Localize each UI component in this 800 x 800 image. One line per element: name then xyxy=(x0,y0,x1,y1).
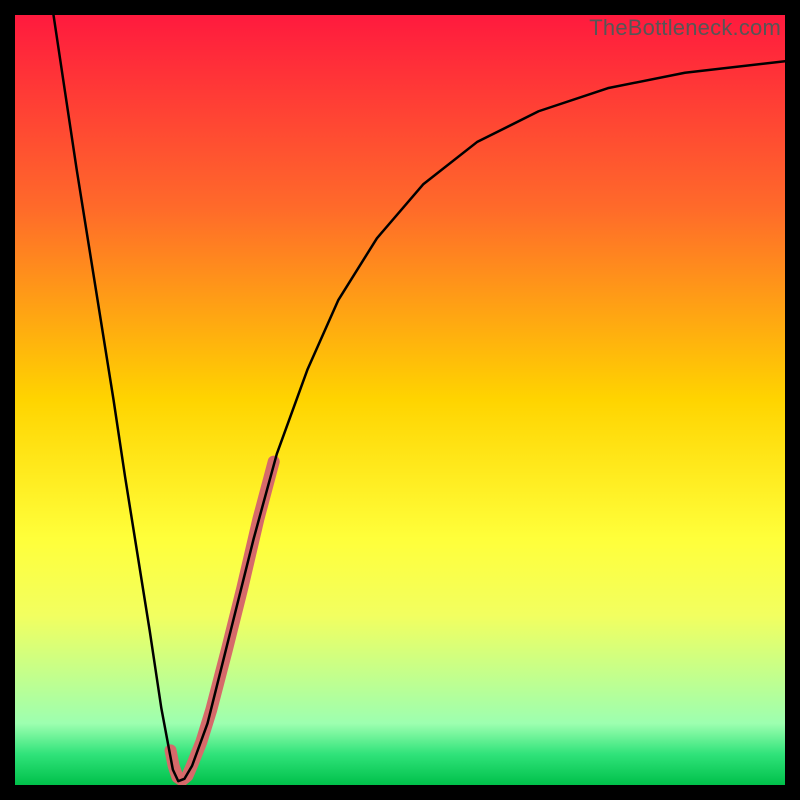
plot-area: TheBottleneck.com xyxy=(15,15,785,785)
watermark-text: TheBottleneck.com xyxy=(589,15,781,41)
bottleneck-curve xyxy=(54,15,786,781)
chart-lines xyxy=(15,15,785,785)
highlight-segment xyxy=(171,462,274,781)
chart-frame: TheBottleneck.com xyxy=(0,0,800,800)
plot-inner xyxy=(15,15,785,785)
